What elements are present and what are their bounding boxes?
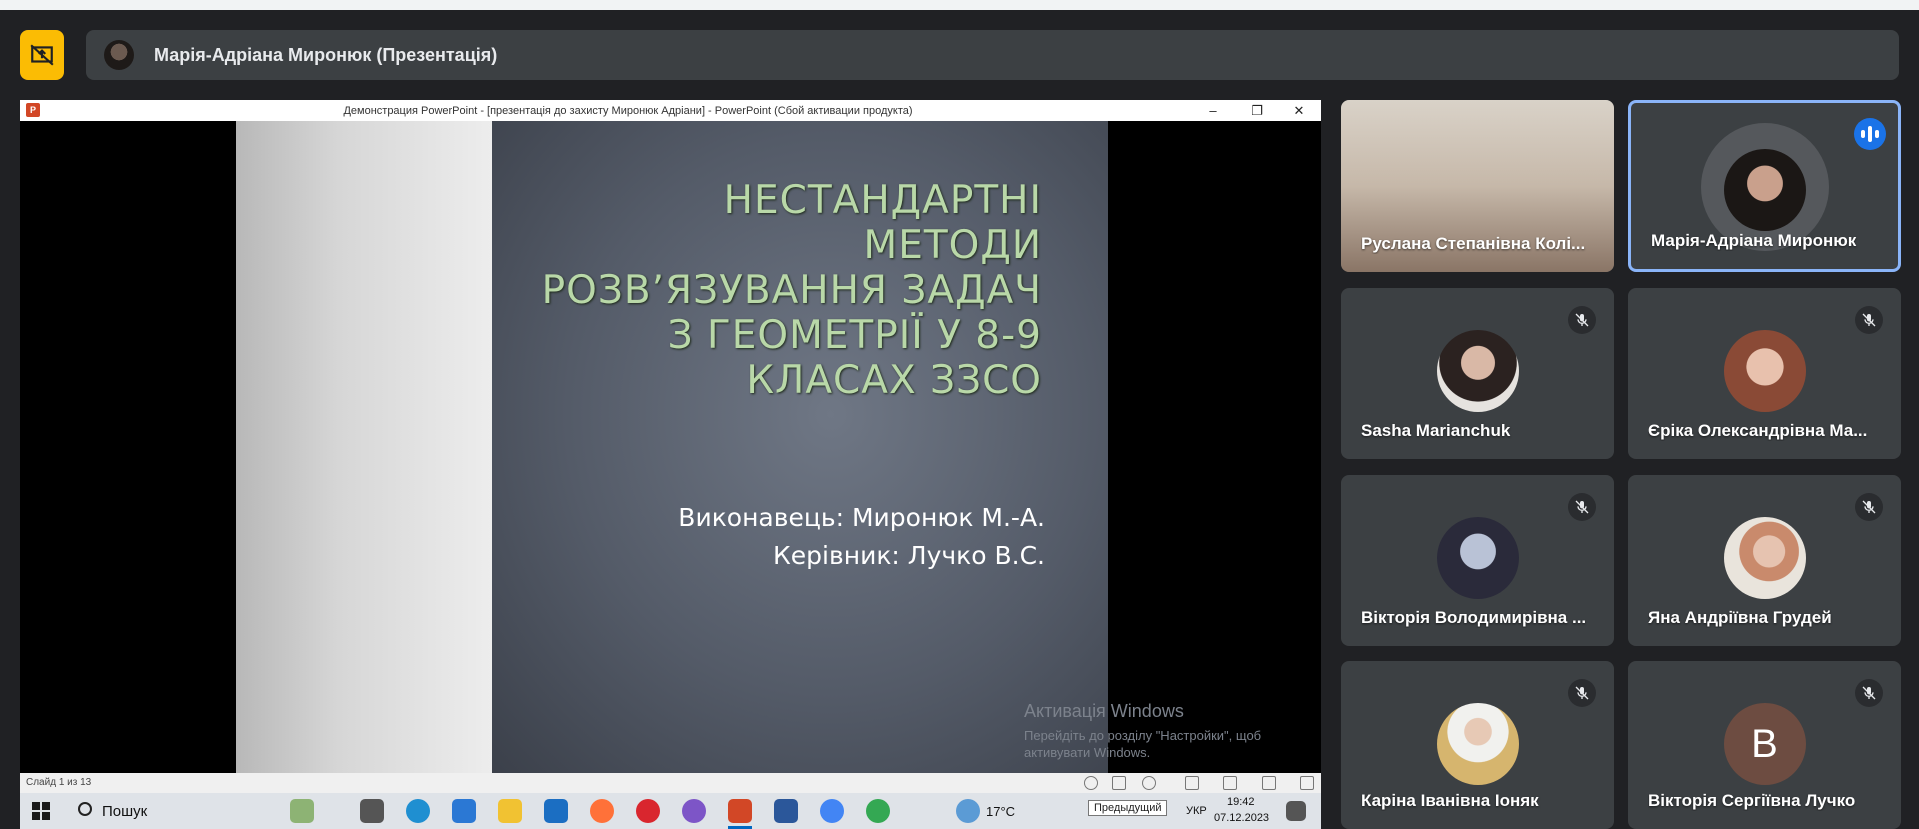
participant-tile[interactable]: Руслана Степанівна Колі... bbox=[1341, 100, 1614, 272]
participant-tile[interactable]: Яна Андріївна Грудей bbox=[1628, 475, 1901, 646]
weather-icon[interactable] bbox=[956, 799, 980, 823]
participant-tile[interactable]: Єріка Олександрівна Ма... bbox=[1628, 288, 1901, 459]
window-title: Демонстрация PowerPoint - [презентація д… bbox=[343, 104, 913, 117]
taskbar-search-label[interactable]: Пошук bbox=[102, 803, 147, 820]
participant-tile[interactable]: Марія-Адріана Миронюк bbox=[1628, 100, 1901, 272]
participant-name: Єріка Олександрівна Ма... bbox=[1648, 421, 1868, 440]
participant-tile[interactable]: Вікторія Володимирівна ... bbox=[1341, 475, 1614, 646]
slide-sorter-icon[interactable] bbox=[1223, 776, 1237, 790]
mic-off-icon bbox=[1855, 306, 1883, 334]
windows-start-icon[interactable] bbox=[32, 802, 50, 820]
speaking-indicator-icon bbox=[1854, 118, 1886, 150]
task-view-icon[interactable] bbox=[360, 799, 384, 823]
viber-icon[interactable] bbox=[682, 799, 706, 823]
participant-name: Каріна Іванівна Іоняк bbox=[1361, 791, 1539, 810]
stop-presenting-button[interactable] bbox=[20, 30, 64, 80]
avatar bbox=[1436, 330, 1519, 412]
normal-view-icon[interactable] bbox=[1185, 776, 1199, 790]
mic-off-icon bbox=[1568, 306, 1596, 334]
close-icon[interactable]: ✕ bbox=[1277, 100, 1321, 121]
chrome-icon[interactable] bbox=[820, 799, 844, 823]
weather-temp: 17°C bbox=[986, 804, 1016, 819]
edge-icon[interactable] bbox=[406, 799, 430, 823]
slide-performer: Виконавець: Миронюк М.-А. bbox=[678, 503, 1045, 532]
avatar bbox=[104, 40, 134, 70]
browser-top-strip bbox=[0, 0, 1919, 10]
slide-title: НЕСТАНДАРТНІ МЕТОДИ РОЗВ’ЯЗУВАННЯ ЗАДАЧ … bbox=[541, 178, 1042, 403]
clock-time[interactable]: 19:42 bbox=[1227, 796, 1255, 808]
avatar bbox=[1723, 330, 1806, 412]
store-icon[interactable] bbox=[452, 799, 476, 823]
avatar: В bbox=[1723, 703, 1806, 785]
present-to-all-off-icon bbox=[30, 44, 54, 66]
powerpoint-title-bar: P Демонстрация PowerPoint - [презентація… bbox=[20, 100, 1321, 121]
word-icon[interactable] bbox=[774, 799, 798, 823]
participant-name: Sasha Marianchuk bbox=[1361, 421, 1511, 440]
participant-tile[interactable]: Sasha Marianchuk bbox=[1341, 288, 1614, 459]
minimize-icon[interactable]: – bbox=[1191, 100, 1235, 121]
slide-left-panel bbox=[236, 121, 492, 773]
powerpoint-taskbar-icon[interactable] bbox=[728, 799, 752, 829]
search-icon[interactable] bbox=[78, 802, 92, 816]
powerpoint-status-bar: Слайд 1 из 13 bbox=[20, 773, 1321, 793]
opera-icon[interactable] bbox=[636, 799, 660, 823]
slide-supervisor: Керівник: Лучко В.С. bbox=[773, 541, 1045, 570]
slide-area: НЕСТАНДАРТНІ МЕТОДИ РОЗВ’ЯЗУВАННЯ ЗАДАЧ … bbox=[20, 121, 1321, 773]
participant-name: Руслана Степанівна Колі... bbox=[1361, 234, 1586, 253]
tooltip: Предыдущий bbox=[1088, 800, 1168, 816]
activation-watermark-title: Активація Windows bbox=[1024, 701, 1184, 721]
slide-menu-icon[interactable] bbox=[1112, 776, 1126, 790]
slide-counter: Слайд 1 из 13 bbox=[26, 777, 92, 788]
restore-icon[interactable]: ❐ bbox=[1235, 100, 1279, 121]
slideshow-icon[interactable] bbox=[1300, 776, 1314, 790]
participant-tile[interactable]: Каріна Іванівна Іоняк bbox=[1341, 661, 1614, 829]
participant-name: Вікторія Сергіївна Лучко bbox=[1648, 791, 1856, 810]
explorer-icon[interactable] bbox=[498, 799, 522, 823]
mic-off-icon bbox=[1568, 493, 1596, 521]
mic-off-icon bbox=[1855, 493, 1883, 521]
avatar bbox=[1436, 517, 1519, 599]
mic-off-icon bbox=[1568, 679, 1596, 707]
chrome-profile-icon[interactable] bbox=[866, 799, 890, 823]
clock-date[interactable]: 07.12.2023 bbox=[1214, 812, 1269, 824]
previous-slide-icon[interactable] bbox=[1084, 776, 1098, 790]
next-slide-icon[interactable] bbox=[1142, 776, 1156, 790]
participant-name: Вікторія Володимирівна ... bbox=[1361, 608, 1587, 627]
activation-watermark-text: Перейдіть до розділу "Настройки", щоб ак… bbox=[1024, 728, 1262, 760]
avatar bbox=[1436, 703, 1519, 785]
presentation-stream: P Демонстрация PowerPoint - [презентація… bbox=[20, 100, 1321, 829]
language-indicator[interactable]: УКР bbox=[1186, 805, 1207, 817]
mic-off-icon bbox=[1855, 679, 1883, 707]
search-highlight-icon[interactable] bbox=[290, 799, 314, 823]
presenter-name: Марія-Адріана Миронюк (Презентація) bbox=[154, 44, 498, 65]
participant-tile[interactable]: В Вікторія Сергіївна Лучко bbox=[1628, 661, 1901, 829]
mail-icon[interactable] bbox=[544, 799, 568, 823]
participant-name: Яна Андріївна Грудей bbox=[1648, 608, 1832, 627]
firefox-icon[interactable] bbox=[590, 799, 614, 823]
avatar bbox=[1723, 149, 1806, 231]
participant-name: Марія-Адріана Миронюк bbox=[1651, 231, 1857, 250]
reading-view-icon[interactable] bbox=[1262, 776, 1276, 790]
avatar bbox=[1723, 517, 1806, 599]
presenter-bar: Марія-Адріана Миронюк (Презентація) bbox=[86, 30, 1899, 80]
slide: НЕСТАНДАРТНІ МЕТОДИ РОЗВ’ЯЗУВАННЯ ЗАДАЧ … bbox=[236, 121, 1108, 773]
notifications-icon[interactable] bbox=[1286, 801, 1306, 821]
